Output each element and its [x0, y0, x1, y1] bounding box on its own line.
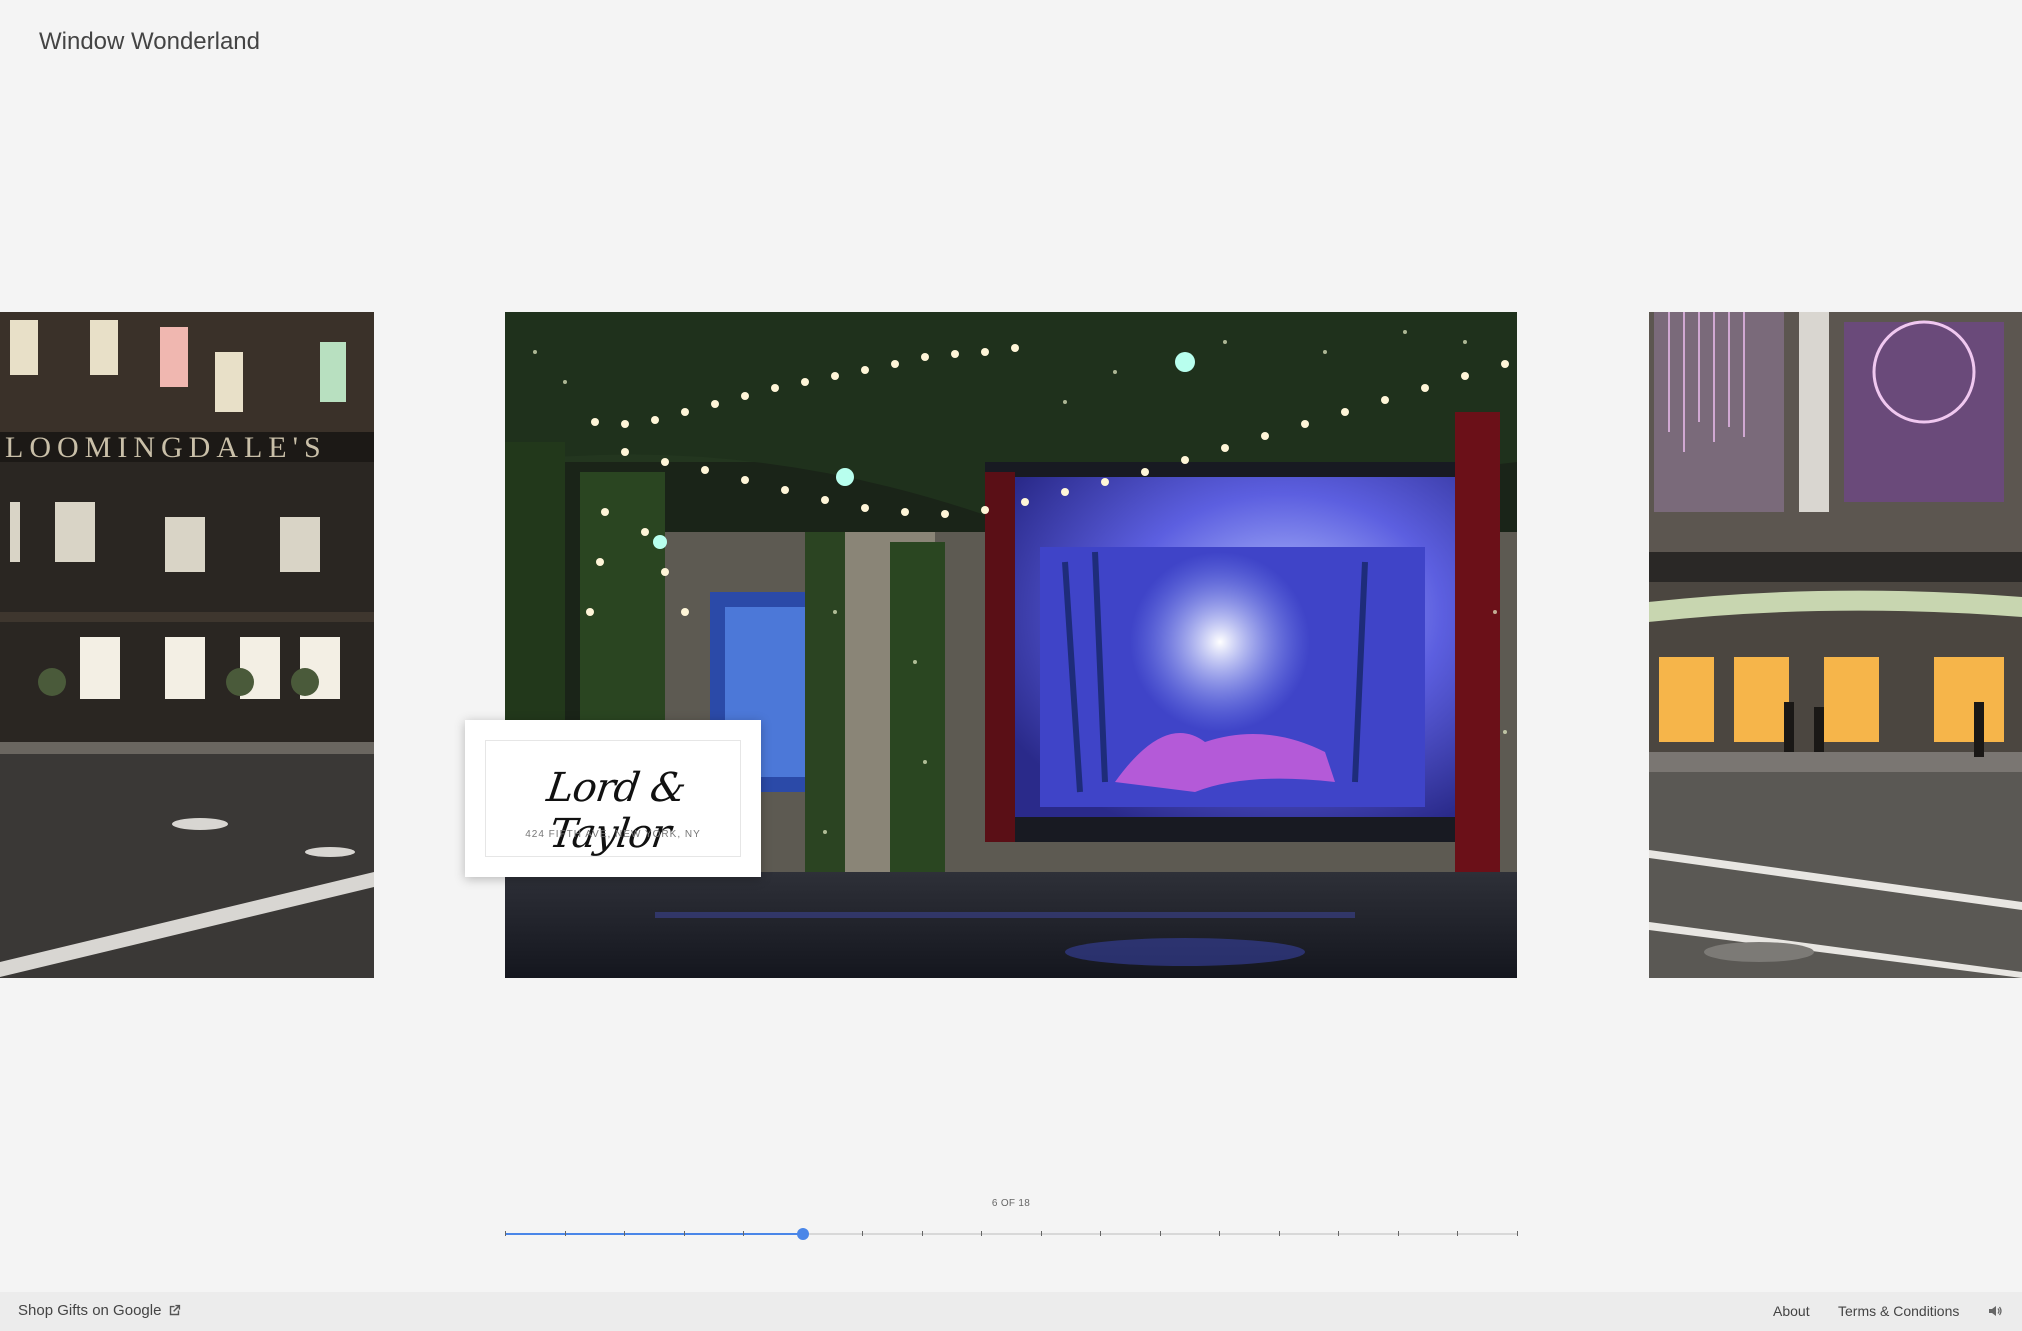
timeline-progress: [505, 1233, 803, 1235]
timeline-tick[interactable]: [1219, 1231, 1221, 1236]
site-title[interactable]: Window Wonderland: [39, 28, 260, 56]
timeline-tick[interactable]: [1338, 1231, 1340, 1236]
timeline-tick[interactable]: [1278, 1231, 1280, 1236]
timeline-tick[interactable]: [1457, 1231, 1459, 1236]
timeline-tick[interactable]: [1517, 1231, 1518, 1236]
timeline-handle[interactable]: [796, 1228, 809, 1240]
store-card-frame: Lord & Taylor 424 FIFTH AVE, NEW YORK, N…: [485, 740, 741, 857]
timeline-tick[interactable]: [564, 1231, 566, 1236]
footer: Shop Gifts on Google About Terms & Condi…: [0, 1292, 2022, 1331]
timeline-tick[interactable]: [1159, 1231, 1161, 1236]
timeline-tick[interactable]: [1100, 1231, 1102, 1236]
svg-text:LOOMINGDALE'S: LOOMINGDALE'S: [5, 431, 327, 464]
timeline-slider[interactable]: [505, 1228, 1518, 1240]
timeline-tick[interactable]: [743, 1231, 745, 1236]
timeline-tick[interactable]: [683, 1231, 685, 1236]
timeline-tick[interactable]: [921, 1231, 923, 1236]
store-address: 424 FIFTH AVE, NEW YORK, NY: [525, 829, 701, 840]
timeline-tick[interactable]: [981, 1231, 983, 1236]
external-link-icon: [170, 1304, 181, 1316]
timeline-tick[interactable]: [1397, 1231, 1399, 1236]
shop-gifts-label: Shop Gifts on Google: [18, 1302, 162, 1319]
next-store-photo[interactable]: [1649, 312, 2022, 978]
timeline-tick[interactable]: [1040, 1231, 1042, 1236]
previous-store-photo[interactable]: LOOMINGDALE'S: [0, 312, 374, 978]
speaker-icon[interactable]: [1987, 1303, 2003, 1319]
about-link[interactable]: About: [1773, 1303, 1810, 1319]
slide-counter: 6 OF 18: [991, 1198, 1031, 1209]
store-logo: Lord & Taylor: [544, 765, 689, 857]
terms-link[interactable]: Terms & Conditions: [1838, 1303, 1959, 1319]
shop-gifts-link[interactable]: Shop Gifts on Google: [18, 1302, 182, 1319]
timeline-tick[interactable]: [624, 1231, 626, 1236]
timeline-tick[interactable]: [505, 1231, 506, 1236]
store-card: Lord & Taylor 424 FIFTH AVE, NEW YORK, N…: [465, 720, 761, 877]
current-store-photo[interactable]: [505, 312, 1517, 978]
timeline-tick[interactable]: [862, 1231, 864, 1236]
